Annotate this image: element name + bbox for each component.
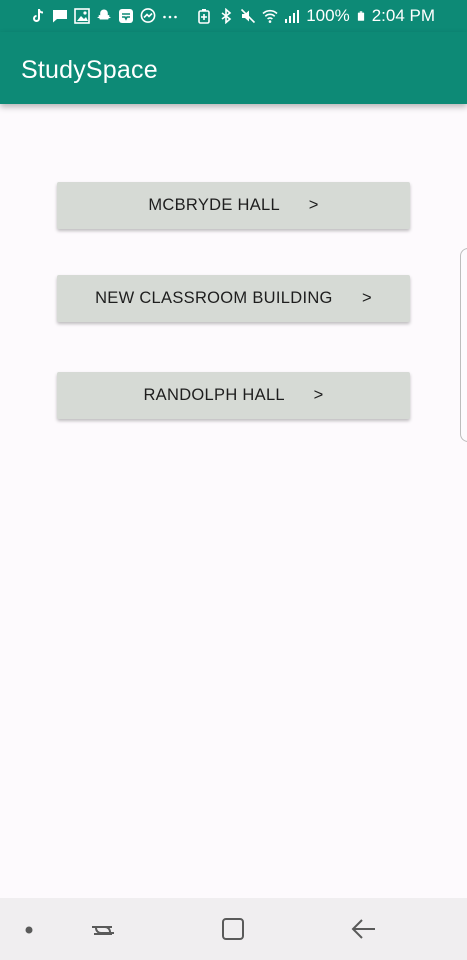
status-right-icons: 100% 2:04 PM (196, 5, 435, 27)
battery-icon (357, 11, 364, 21)
new-classroom-building-button[interactable]: NEW CLASSROOM BUILDING > (57, 275, 410, 322)
signal-icon (285, 10, 300, 23)
randolph-hall-button[interactable]: RANDOLPH HALL > (57, 372, 410, 419)
message-icon (53, 10, 67, 23)
status-time: 2:04 PM (371, 6, 435, 25)
wifi-icon (262, 9, 278, 23)
inbox-icon (119, 9, 133, 23)
battery-percent: 100% (306, 6, 350, 25)
mcbryde-hall-button[interactable]: MCBRYDE HALL > (57, 182, 410, 229)
home-icon[interactable] (221, 917, 245, 941)
dot-indicator-icon[interactable] (24, 925, 34, 935)
mute-icon (241, 8, 256, 24)
app-title: StudySpace (21, 56, 158, 84)
tiktok-icon (33, 8, 44, 22)
gallery-icon (74, 8, 90, 24)
edge-panel-handle[interactable] (460, 248, 467, 442)
battery-saver-icon (198, 9, 211, 24)
bluetooth-icon (221, 8, 232, 24)
messenger-icon (140, 8, 156, 23)
recent-apps-icon[interactable] (90, 918, 116, 942)
navigation-bar (0, 898, 467, 960)
status-left-icons (30, 5, 178, 27)
back-icon[interactable] (351, 917, 377, 941)
snapchat-icon (97, 9, 111, 20)
app-bar: StudySpace (0, 32, 467, 104)
status-bar: 100% 2:04 PM (0, 0, 467, 32)
more-dots-icon (163, 15, 177, 19)
